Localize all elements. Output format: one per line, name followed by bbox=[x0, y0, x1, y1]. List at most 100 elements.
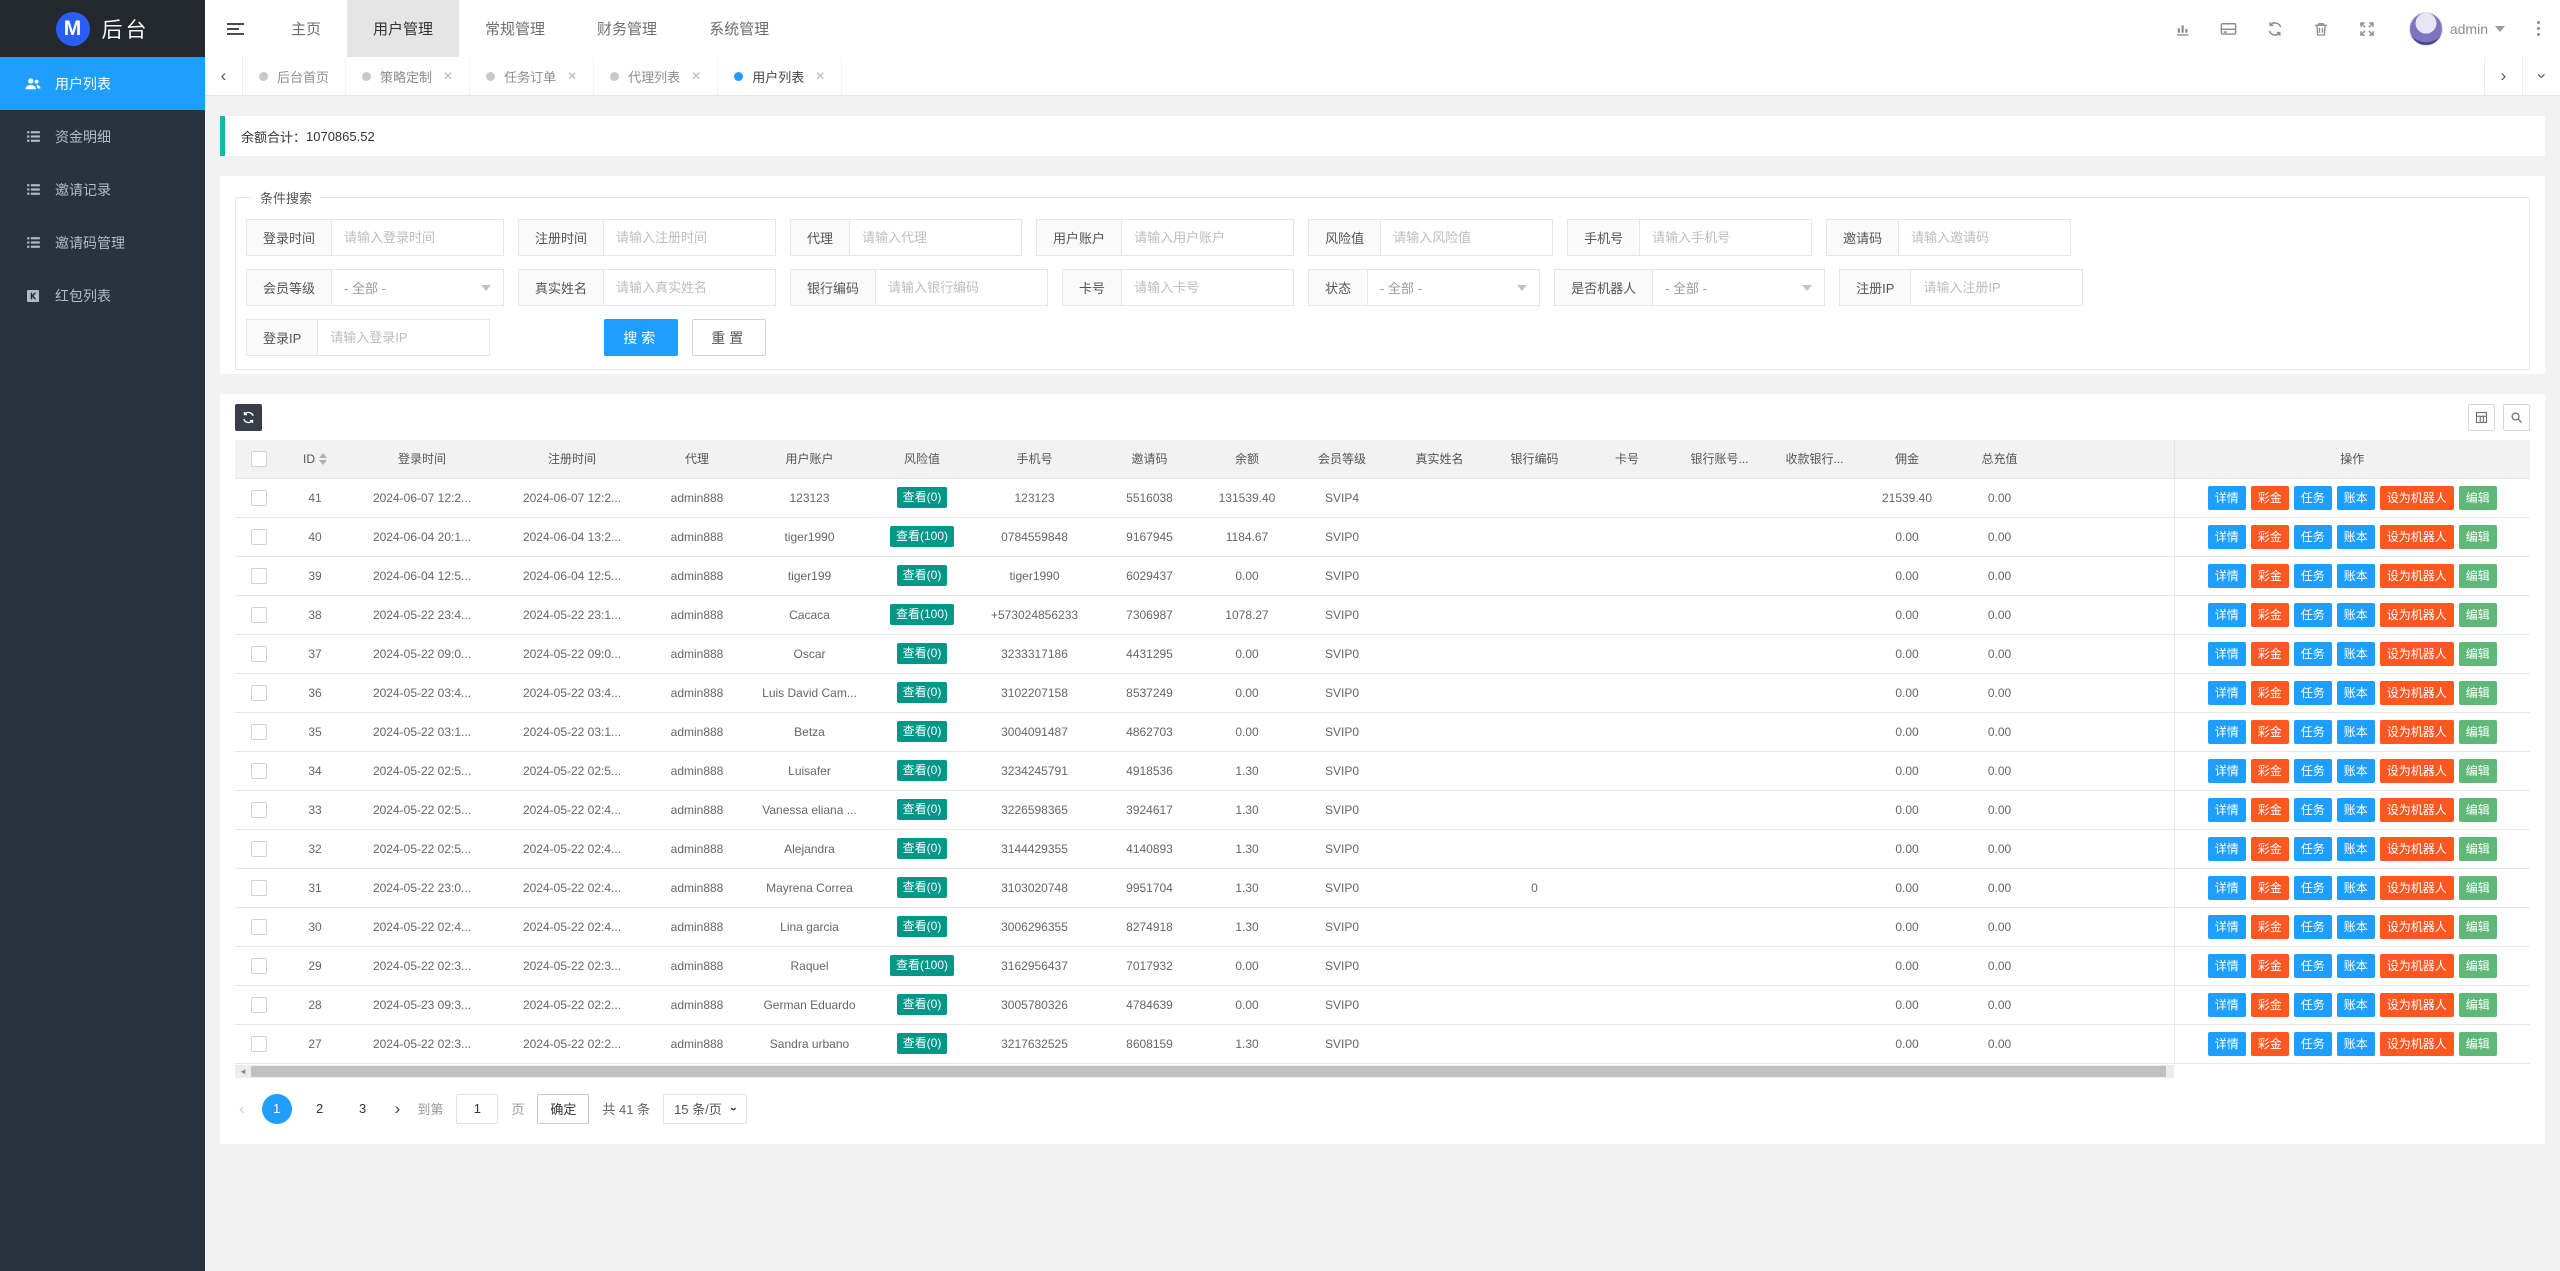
nav-menu-item[interactable]: 财务管理 bbox=[571, 0, 683, 57]
action-button-blue[interactable]: 详情 bbox=[2207, 719, 2246, 744]
row-checkbox[interactable] bbox=[251, 528, 267, 545]
action-button-blue[interactable]: 账本 bbox=[2336, 953, 2375, 978]
action-button-blue[interactable]: 详情 bbox=[2207, 992, 2246, 1017]
pagination-confirm-button[interactable]: 确定 bbox=[537, 1093, 590, 1124]
scrollbar-left-arrow-icon[interactable]: ◄ bbox=[237, 1065, 249, 1078]
pagination-next-button[interactable]: › bbox=[391, 1099, 405, 1119]
row-checkbox[interactable] bbox=[251, 684, 267, 701]
action-button-red[interactable]: 彩金 bbox=[2250, 563, 2289, 588]
sidebar-item[interactable]: 邀请码管理 bbox=[0, 216, 205, 269]
row-checkbox[interactable] bbox=[251, 723, 267, 740]
row-checkbox[interactable] bbox=[251, 801, 267, 818]
action-button-red[interactable]: 设为机器人 bbox=[2379, 719, 2454, 744]
pagination-page-2[interactable]: 2 bbox=[305, 1094, 335, 1124]
search-field-select[interactable]: - 全部 - bbox=[1368, 269, 1541, 306]
risk-view-badge[interactable]: 查看(0) bbox=[896, 838, 948, 859]
action-button-blue[interactable]: 任务 bbox=[2293, 641, 2332, 666]
action-button-red[interactable]: 彩金 bbox=[2250, 797, 2289, 822]
pagination-page-1[interactable]: 1 bbox=[261, 1093, 292, 1124]
pagination-page-3[interactable]: 3 bbox=[348, 1094, 378, 1124]
action-button-green[interactable]: 编辑 bbox=[2458, 992, 2497, 1017]
action-button-red[interactable]: 彩金 bbox=[2250, 680, 2289, 705]
search-field-input[interactable] bbox=[850, 219, 1023, 256]
tab-close-icon[interactable]: ✕ bbox=[815, 69, 825, 83]
refresh-table-button[interactable] bbox=[235, 404, 262, 431]
action-button-green[interactable]: 编辑 bbox=[2458, 758, 2497, 783]
action-button-blue[interactable]: 任务 bbox=[2293, 524, 2332, 549]
search-field-input[interactable] bbox=[318, 319, 491, 356]
action-button-blue[interactable]: 详情 bbox=[2207, 1031, 2246, 1056]
action-button-blue[interactable]: 任务 bbox=[2293, 680, 2332, 705]
search-field-select[interactable]: - 全部 - bbox=[1653, 269, 1826, 306]
action-button-red[interactable]: 设为机器人 bbox=[2379, 992, 2454, 1017]
action-button-green[interactable]: 编辑 bbox=[2458, 641, 2497, 666]
nav-menu-item[interactable]: 用户管理 bbox=[347, 0, 460, 57]
action-button-blue[interactable]: 账本 bbox=[2336, 563, 2375, 588]
action-button-red[interactable]: 彩金 bbox=[2250, 953, 2289, 978]
risk-view-badge[interactable]: 查看(100) bbox=[889, 526, 954, 547]
action-button-red[interactable]: 彩金 bbox=[2250, 914, 2289, 939]
bar-chart-icon[interactable] bbox=[2173, 19, 2193, 39]
columns-filter-icon[interactable] bbox=[2468, 404, 2495, 431]
action-button-green[interactable]: 编辑 bbox=[2458, 797, 2497, 822]
refresh-icon[interactable] bbox=[2265, 19, 2285, 39]
row-checkbox[interactable] bbox=[251, 918, 267, 935]
action-button-red[interactable]: 设为机器人 bbox=[2379, 836, 2454, 861]
search-field-input[interactable] bbox=[1911, 269, 2084, 306]
risk-view-badge[interactable]: 查看(100) bbox=[889, 604, 954, 625]
nav-menu-item[interactable]: 常规管理 bbox=[459, 0, 571, 57]
action-button-blue[interactable]: 详情 bbox=[2207, 836, 2246, 861]
row-checkbox[interactable] bbox=[251, 762, 267, 779]
row-checkbox[interactable] bbox=[251, 606, 267, 623]
action-button-blue[interactable]: 详情 bbox=[2207, 953, 2246, 978]
action-button-blue[interactable]: 任务 bbox=[2293, 602, 2332, 627]
action-button-red[interactable]: 彩金 bbox=[2250, 836, 2289, 861]
action-button-blue[interactable]: 详情 bbox=[2207, 563, 2246, 588]
action-button-blue[interactable]: 任务 bbox=[2293, 953, 2332, 978]
search-field-input[interactable] bbox=[604, 269, 777, 306]
search-field-input[interactable] bbox=[1899, 219, 2072, 256]
action-button-blue[interactable]: 账本 bbox=[2336, 875, 2375, 900]
select-all-checkbox[interactable] bbox=[251, 450, 267, 467]
risk-view-badge[interactable]: 查看(0) bbox=[896, 799, 948, 820]
more-vertical-icon[interactable] bbox=[2531, 17, 2546, 40]
action-button-blue[interactable]: 详情 bbox=[2207, 680, 2246, 705]
action-button-red[interactable]: 设为机器人 bbox=[2379, 602, 2454, 627]
action-button-red[interactable]: 设为机器人 bbox=[2379, 680, 2454, 705]
action-button-blue[interactable]: 账本 bbox=[2336, 680, 2375, 705]
tab-item[interactable]: 后台首页 bbox=[243, 57, 347, 95]
pagination-prev-button[interactable]: ‹ bbox=[235, 1099, 249, 1119]
action-button-red[interactable]: 彩金 bbox=[2250, 992, 2289, 1017]
action-button-red[interactable]: 彩金 bbox=[2250, 485, 2289, 510]
search-field-input[interactable] bbox=[604, 219, 777, 256]
action-button-red[interactable]: 彩金 bbox=[2250, 641, 2289, 666]
row-checkbox[interactable] bbox=[251, 567, 267, 584]
risk-view-badge[interactable]: 查看(0) bbox=[896, 643, 948, 664]
tab-menu-button[interactable]: › bbox=[2522, 57, 2560, 95]
action-button-green[interactable]: 编辑 bbox=[2458, 485, 2497, 510]
action-button-red[interactable]: 设为机器人 bbox=[2379, 953, 2454, 978]
risk-view-badge[interactable]: 查看(0) bbox=[896, 487, 948, 508]
risk-view-badge[interactable]: 查看(0) bbox=[896, 1033, 948, 1054]
action-button-green[interactable]: 编辑 bbox=[2458, 524, 2497, 549]
trash-icon[interactable] bbox=[2311, 19, 2331, 39]
action-button-blue[interactable]: 账本 bbox=[2336, 914, 2375, 939]
search-field-input[interactable] bbox=[876, 269, 1049, 306]
action-button-blue[interactable]: 任务 bbox=[2293, 485, 2332, 510]
action-button-blue[interactable]: 详情 bbox=[2207, 602, 2246, 627]
action-button-blue[interactable]: 详情 bbox=[2207, 797, 2246, 822]
sortable-header[interactable]: ID bbox=[303, 452, 327, 466]
scrollbar-thumb[interactable] bbox=[251, 1065, 2166, 1077]
action-button-blue[interactable]: 详情 bbox=[2207, 875, 2246, 900]
tab-close-icon[interactable]: ✕ bbox=[567, 69, 577, 83]
search-field-input[interactable] bbox=[332, 219, 505, 256]
action-button-blue[interactable]: 任务 bbox=[2293, 719, 2332, 744]
action-button-green[interactable]: 编辑 bbox=[2458, 875, 2497, 900]
user-menu[interactable]: admin bbox=[2403, 11, 2505, 46]
action-button-blue[interactable]: 账本 bbox=[2336, 602, 2375, 627]
risk-view-badge[interactable]: 查看(0) bbox=[896, 565, 948, 586]
action-button-blue[interactable]: 任务 bbox=[2293, 563, 2332, 588]
risk-view-badge[interactable]: 查看(0) bbox=[896, 760, 948, 781]
tab-item[interactable]: 用户列表 ✕ bbox=[718, 57, 843, 95]
action-button-blue[interactable]: 任务 bbox=[2293, 758, 2332, 783]
